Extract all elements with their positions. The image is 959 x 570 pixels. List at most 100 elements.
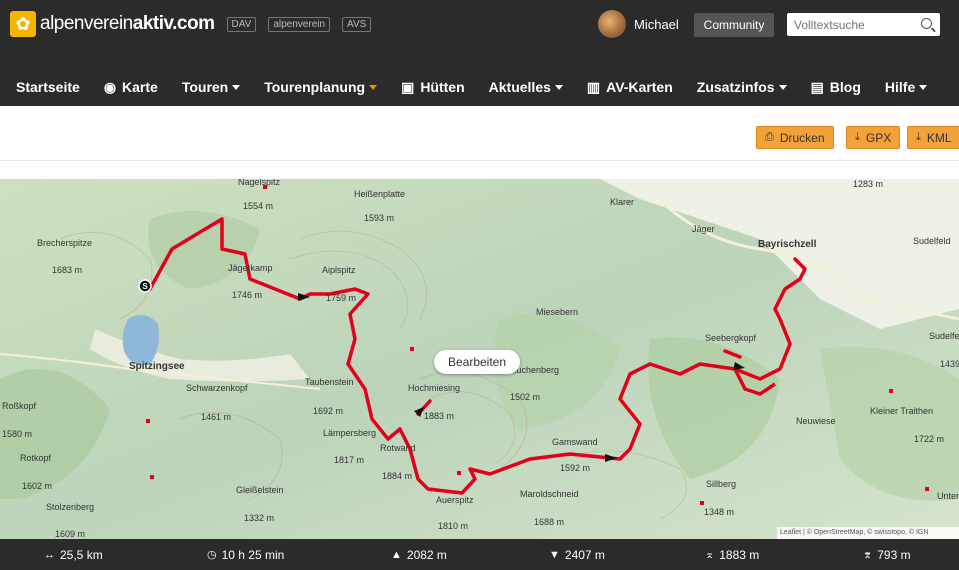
place-label: Sudelfeld (913, 236, 951, 246)
nav-hilfe[interactable]: Hilfe (885, 79, 928, 95)
place-elev: 1439 (940, 359, 959, 369)
download-icon: ⤓ (916, 131, 921, 143)
map-attribution[interactable]: Leaflet | © OpenStreetMap, © swisstopo, … (777, 527, 959, 539)
place-label-town: Bayrischzell (758, 239, 817, 250)
stat-lowest-point: ⌆ 793 m (863, 547, 911, 562)
place-label: Neuwiese (796, 416, 836, 426)
gpx-download-button[interactable]: ⤓ GPX (846, 126, 901, 149)
place-label: Brecherspitze (37, 238, 93, 248)
edit-route-button[interactable]: Bearbeiten (434, 350, 520, 374)
place-elev: 1593 m (364, 213, 395, 223)
place-elev: 1746 m (232, 290, 263, 300)
place-label: Hochmiesing (408, 383, 461, 393)
partner-logo-dav[interactable]: DAV (226, 16, 257, 32)
place-elev: 1609 m (55, 529, 86, 539)
lowest-point-icon: ⌆ (863, 549, 873, 561)
nav-blog[interactable]: ▤ Blog (811, 79, 861, 96)
search-box (787, 13, 940, 36)
brand-logo[interactable]: ✿ alpenvereinaktiv.com DAV alpenverein A… (10, 10, 372, 38)
community-button[interactable]: Community (694, 13, 774, 37)
place-elev: 1554 m (243, 201, 274, 211)
place-label: Jäger (692, 224, 715, 234)
place-elev: 1722 m (914, 434, 945, 444)
place-label: Klarer (610, 197, 635, 207)
place-label: Jägerkamp (228, 263, 273, 273)
place-label: Auerspitz (436, 495, 474, 505)
place-label: Gamswand (552, 437, 598, 447)
nav-karte[interactable]: ◉ Karte (104, 79, 158, 96)
place-elev: 1592 m (560, 463, 591, 473)
map-book-icon: ▥ (586, 78, 601, 95)
chevron-down-icon (919, 84, 928, 90)
place-label: Miesebern (536, 307, 579, 317)
place-label: Gleißelstein (236, 485, 284, 495)
tour-stats-bar: ↔ 25,5 km ◷ 10 h 25 min ▲ 2082 m ▼ 2407 m ⌅ 1… (0, 539, 959, 570)
svg-text:S: S (142, 282, 148, 291)
place-elev: 1283 m (853, 179, 884, 189)
printer-icon: ⎙ (765, 131, 774, 143)
nav-huetten[interactable]: ▣ Hütten (401, 79, 465, 96)
nav-av-karten[interactable]: ▥ AV-Karten (587, 79, 673, 96)
place-label: Kleiner Traithen (870, 406, 934, 416)
ascent-icon: ▲ (391, 548, 402, 561)
top-header: ✿ alpenvereinaktiv.com DAV alpenverein A… (0, 0, 959, 106)
place-elev: 1502 m (510, 392, 541, 402)
place-label: Schwarzenkopf (186, 383, 248, 393)
highest-point-icon: ⌅ (705, 549, 715, 561)
compass-icon: ◉ (103, 78, 117, 95)
kml-download-button[interactable]: ⤓ KML (907, 126, 959, 149)
nav-aktuelles[interactable]: Aktuelles (489, 79, 563, 95)
nav-tourenplanung[interactable]: Tourenplanung (264, 79, 378, 95)
stat-distance: ↔ 25,5 km (44, 547, 103, 562)
place-elev: 1332 m (244, 513, 275, 523)
place-label: Rotkopf (20, 453, 52, 463)
search-icon[interactable] (921, 18, 932, 29)
download-icon: ⤓ (855, 131, 860, 143)
nav-zusatzinfos[interactable]: Zusatzinfos (697, 79, 787, 95)
chevron-down-icon (554, 84, 563, 90)
place-elev: 1602 m (22, 481, 53, 491)
chevron-down-icon (778, 84, 787, 90)
place-elev: 1883 m (424, 411, 455, 421)
print-button[interactable]: ⎙ Drucken (756, 126, 834, 149)
user-menu[interactable]: Michael (598, 10, 679, 38)
nav-touren[interactable]: Touren (182, 79, 241, 95)
place-elev: 1348 m (704, 507, 735, 517)
hut-icon: ▣ (401, 78, 415, 95)
blog-icon: ▤ (810, 78, 824, 95)
partner-logo-oeav[interactable]: alpenverein (268, 16, 331, 32)
place-label: Heißenplatte (354, 189, 406, 199)
nav-startseite[interactable]: Startseite (16, 79, 80, 95)
place-label: Roßkopf (2, 401, 37, 411)
logo-text: alpenvereinaktiv.com (40, 13, 215, 34)
place-label: Maroldschneid (520, 489, 579, 499)
place-label: Unter (937, 491, 959, 501)
avatar[interactable] (598, 10, 626, 38)
place-label: Sudelfel (929, 331, 959, 341)
search-input[interactable] (787, 13, 912, 36)
place-label: Rotwand (380, 443, 416, 453)
place-elev: 1688 m (534, 517, 565, 527)
place-label: Stolzenberg (46, 502, 95, 512)
place-elev: 1683 m (52, 265, 83, 275)
chevron-down-icon (369, 84, 378, 90)
place-label: Sillberg (706, 479, 737, 489)
place-elev: 1817 m (334, 455, 365, 465)
place-label: Lämpersberg (323, 428, 377, 438)
place-elev: 1759 m (326, 293, 357, 303)
stat-highest-point: ⌅ 1883 m (705, 547, 760, 562)
place-elev: 1580 m (2, 429, 33, 439)
edelweiss-icon: ✿ (10, 11, 36, 37)
chevron-down-icon (232, 84, 241, 90)
place-elev: 1461 m (201, 412, 232, 422)
place-label: Aiplspitz (322, 265, 356, 275)
place-label-town: Spitzingsee (129, 361, 185, 372)
user-name[interactable]: Michael (634, 17, 679, 32)
place-elev: 1810 m (438, 521, 469, 531)
horizontal-arrows-icon: ↔ (44, 548, 55, 561)
clock-icon: ◷ (207, 549, 217, 561)
tour-toolbar: ⎙ Drucken ⤓ GPX ⤓ KML (0, 106, 959, 161)
partner-logo-avs[interactable]: AVS (342, 16, 372, 32)
place-elev: 1884 m (382, 471, 413, 481)
stat-ascent: ▲ 2082 m (391, 547, 447, 562)
